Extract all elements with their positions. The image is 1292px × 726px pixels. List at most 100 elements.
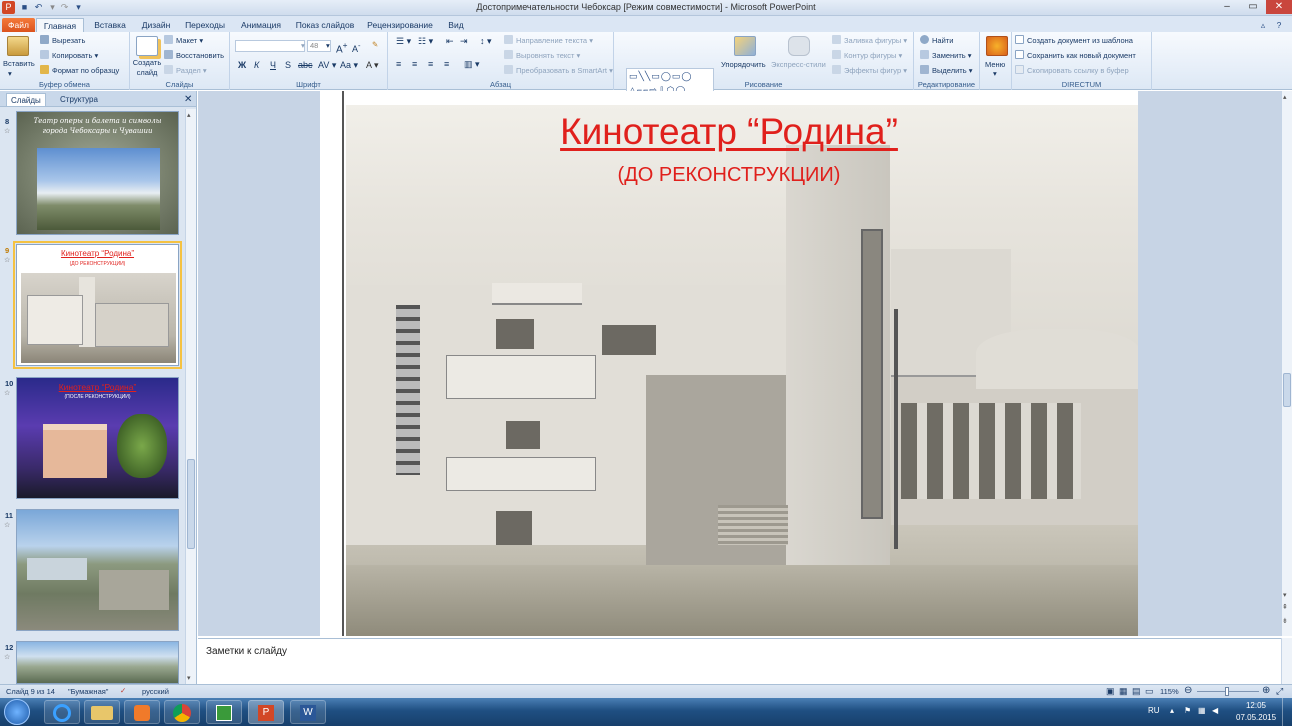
normal-view-icon[interactable]: ▣ bbox=[1106, 686, 1115, 697]
quick-styles-button[interactable]: Экспресс-стили bbox=[771, 59, 826, 70]
copy-link-button[interactable]: Скопировать ссылку в буфер bbox=[1015, 65, 1129, 76]
increase-indent-icon[interactable]: ⇥ bbox=[460, 36, 468, 47]
save-new-document-button[interactable]: Сохранить как новый документ bbox=[1015, 50, 1136, 61]
slide-title-box[interactable]: Кинотеатр “Родина” bbox=[320, 111, 1138, 153]
show-desktop-button[interactable] bbox=[1282, 698, 1292, 726]
layout-button[interactable]: Макет ▾ bbox=[164, 35, 203, 46]
underline-icon[interactable]: Ч bbox=[270, 60, 276, 71]
powerpoint-taskbar-icon[interactable]: P bbox=[248, 700, 284, 724]
media-player-icon[interactable] bbox=[124, 700, 160, 724]
previous-slide-icon[interactable]: ⇞ bbox=[1282, 603, 1288, 611]
file-explorer-icon[interactable] bbox=[84, 700, 120, 724]
tab-slides[interactable]: Слайды bbox=[6, 93, 46, 106]
notes-pane[interactable]: Заметки к слайду bbox=[198, 638, 1281, 684]
slideshow-view-icon[interactable]: ▭ bbox=[1145, 686, 1154, 697]
scroll-up-icon[interactable]: ▴ bbox=[187, 111, 191, 119]
shape-fill-button[interactable]: Заливка фигуры ▾ bbox=[832, 35, 907, 46]
italic-icon[interactable]: К bbox=[254, 60, 259, 71]
zoom-slider[interactable] bbox=[1197, 687, 1259, 696]
menu-dropdown-icon[interactable]: ▾ bbox=[993, 68, 997, 79]
clear-formatting-icon[interactable]: ✎ bbox=[372, 39, 378, 50]
close-pane-icon[interactable]: ✕ bbox=[180, 93, 196, 106]
font-size-dropdown-icon[interactable]: ▾ bbox=[326, 40, 330, 51]
paste-icon[interactable] bbox=[7, 36, 29, 56]
tab-outline[interactable]: Структура bbox=[56, 93, 102, 106]
change-case-icon[interactable]: Aa ▾ bbox=[340, 60, 358, 71]
clock-time[interactable]: 12:05 bbox=[1236, 701, 1276, 710]
zoom-out-icon[interactable]: ⊖ bbox=[1184, 685, 1192, 696]
zoom-in-icon[interactable]: ⊕ bbox=[1262, 685, 1270, 696]
justify-icon[interactable]: ≡ bbox=[444, 59, 449, 70]
tab-design[interactable]: Дизайн bbox=[136, 18, 176, 33]
font-color-icon[interactable]: A ▾ bbox=[366, 60, 379, 71]
strikethrough-icon[interactable]: abc bbox=[298, 60, 313, 71]
find-button[interactable]: Найти bbox=[920, 35, 953, 46]
shape-outline-button[interactable]: Контур фигуры ▾ bbox=[832, 50, 902, 61]
tab-slideshow[interactable]: Показ слайдов bbox=[292, 18, 358, 33]
fit-to-window-icon[interactable]: ⤢ bbox=[1276, 686, 1283, 697]
help-icon[interactable]: ? bbox=[1272, 18, 1286, 33]
font-name-field[interactable] bbox=[235, 40, 305, 52]
tab-animation[interactable]: Анимация bbox=[234, 18, 288, 33]
tab-transitions[interactable]: Переходы bbox=[180, 18, 230, 33]
create-from-template-button[interactable]: Создать документ из шаблона bbox=[1015, 35, 1133, 46]
text-direction-button[interactable]: Направление текста ▾ bbox=[504, 35, 593, 46]
line-spacing-icon[interactable]: ↕ ▾ bbox=[480, 36, 492, 47]
tab-view[interactable]: Вид bbox=[442, 18, 470, 33]
shrink-font-icon[interactable]: A- bbox=[352, 40, 361, 55]
tab-home[interactable]: Главная bbox=[36, 18, 84, 33]
keyboard-language[interactable]: RU bbox=[1148, 706, 1160, 715]
menu-icon[interactable] bbox=[986, 36, 1008, 56]
new-slide-icon[interactable] bbox=[136, 36, 158, 56]
scroll-down-icon[interactable]: ▾ bbox=[1283, 591, 1287, 599]
slide-subtitle-box[interactable]: (ДО РЕКОНСТРУКЦИИ) bbox=[320, 164, 1138, 187]
align-center-icon[interactable]: ≡ bbox=[412, 59, 417, 70]
numbering-icon[interactable]: ☷ ▾ bbox=[418, 36, 433, 47]
close-button[interactable]: ✕ bbox=[1266, 0, 1292, 14]
replace-button[interactable]: Заменить ▾ bbox=[920, 50, 972, 61]
grow-font-icon[interactable]: A+ bbox=[336, 40, 348, 55]
new-slide-button[interactable]: Создать слайд bbox=[132, 58, 162, 78]
reading-view-icon[interactable]: ▤ bbox=[1132, 686, 1141, 697]
tab-insert[interactable]: Вставка bbox=[88, 18, 132, 33]
network-icon[interactable]: ▦ bbox=[1198, 706, 1206, 715]
spacing-icon[interactable]: AV ▾ bbox=[318, 60, 336, 71]
calculator-icon[interactable] bbox=[206, 700, 242, 724]
scrollbar-thumb[interactable] bbox=[1283, 373, 1291, 407]
decrease-indent-icon[interactable]: ⇤ bbox=[446, 36, 454, 47]
bullets-icon[interactable]: ☰ ▾ bbox=[396, 36, 411, 47]
tab-review[interactable]: Рецензирование bbox=[362, 18, 438, 33]
shape-effects-button[interactable]: Эффекты фигур ▾ bbox=[832, 65, 907, 76]
zoom-slider-handle[interactable] bbox=[1225, 687, 1229, 696]
scroll-down-icon[interactable]: ▾ bbox=[187, 674, 191, 682]
start-button-icon[interactable] bbox=[4, 699, 30, 725]
internet-explorer-icon[interactable] bbox=[44, 700, 80, 724]
bold-icon[interactable]: Ж bbox=[238, 60, 246, 71]
current-slide[interactable]: Кинотеатр “Родина” (ДО РЕКОНСТРУКЦИИ) bbox=[320, 91, 1138, 636]
font-name-dropdown-icon[interactable]: ▾ bbox=[301, 40, 305, 51]
format-painter-button[interactable]: Формат по образцу bbox=[40, 65, 119, 76]
notes-scrollbar[interactable] bbox=[1281, 638, 1292, 684]
spellcheck-icon[interactable]: ✓ bbox=[120, 686, 126, 695]
shadow-icon[interactable]: S bbox=[285, 60, 291, 71]
minimize-button[interactable]: – bbox=[1214, 0, 1240, 14]
editor-scrollbar[interactable]: ▴ ▾ ⇞ ⇟ bbox=[1281, 91, 1292, 636]
quick-styles-icon[interactable] bbox=[788, 36, 810, 56]
zoom-level[interactable]: 115% bbox=[1160, 687, 1179, 696]
flag-icon[interactable]: ⚑ bbox=[1184, 706, 1191, 715]
paste-dropdown-icon[interactable]: ▾ bbox=[8, 68, 12, 79]
align-text-button[interactable]: Выровнять текст ▾ bbox=[504, 50, 580, 61]
copy-button[interactable]: Копировать ▾ bbox=[40, 50, 98, 61]
show-hidden-icons-icon[interactable]: ▴ bbox=[1170, 706, 1174, 715]
align-left-icon[interactable]: ≡ bbox=[396, 59, 401, 70]
smartart-button[interactable]: Преобразовать в SmartArt ▾ bbox=[504, 65, 613, 76]
section-button[interactable]: Раздел ▾ bbox=[164, 65, 207, 76]
volume-icon[interactable]: ◀ bbox=[1212, 706, 1218, 715]
select-button[interactable]: Выделить ▾ bbox=[920, 65, 972, 76]
tab-file[interactable]: Файл bbox=[2, 18, 35, 33]
reset-button[interactable]: Восстановить bbox=[164, 50, 224, 61]
arrange-icon[interactable] bbox=[734, 36, 756, 56]
align-right-icon[interactable]: ≡ bbox=[428, 59, 433, 70]
slides-pane-scrollbar[interactable]: ▴ ▾ bbox=[185, 109, 196, 684]
word-taskbar-icon[interactable]: W bbox=[290, 700, 326, 724]
